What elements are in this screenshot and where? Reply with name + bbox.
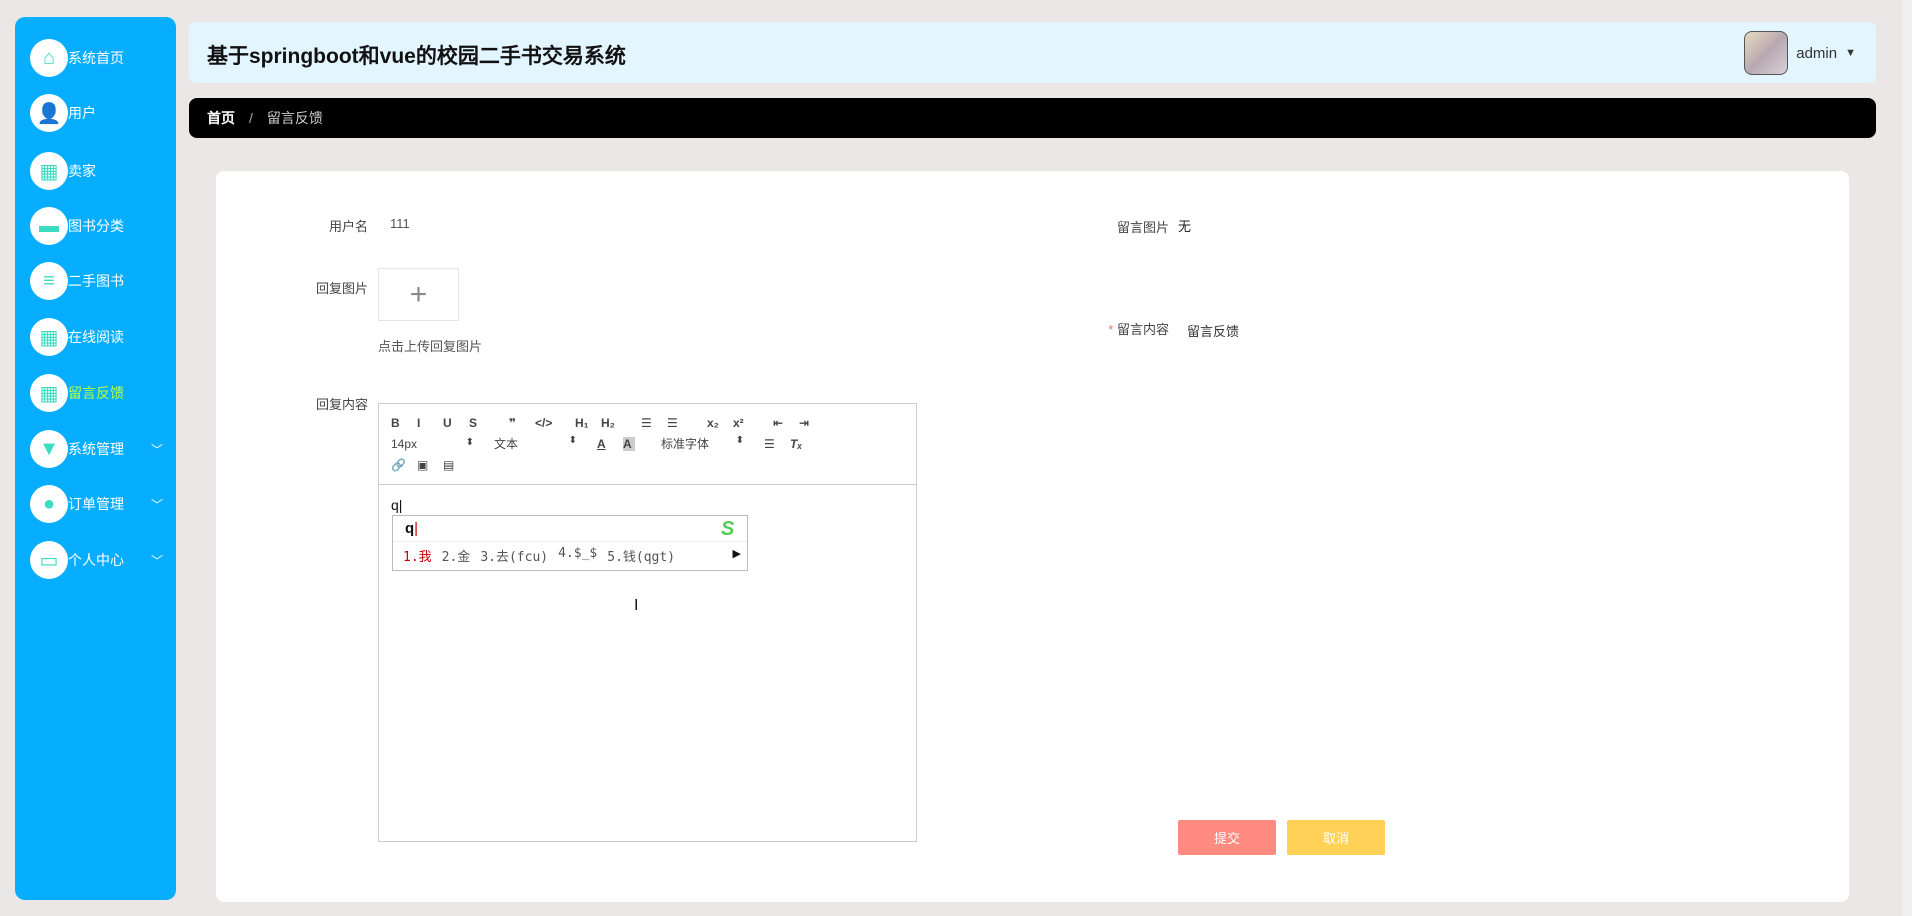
sidebar-item-label: 用户 <box>68 105 96 121</box>
header-select[interactable]: 文本 <box>494 435 597 452</box>
bold-icon[interactable]: B <box>391 416 417 430</box>
grid-icon: ▦ <box>30 318 68 356</box>
sidebar-item[interactable]: ▭ 个人中心 ﹀ <box>30 540 175 580</box>
wallet-icon: ▭ <box>30 541 68 579</box>
sidebar-item-label: 图书分类 <box>68 218 124 234</box>
align-icon[interactable]: ☰ <box>764 437 790 451</box>
brush-icon: ▼ <box>30 430 68 468</box>
breadcrumb: 首页 / 留言反馈 <box>189 98 1876 138</box>
breadcrumb-home[interactable]: 首页 <box>207 108 235 128</box>
ime-input: q <box>405 520 415 537</box>
chevron-down-icon: ﹀ <box>150 497 163 512</box>
blockquote-icon[interactable]: ❞ <box>509 416 535 430</box>
h1-icon[interactable]: H₁ <box>575 416 601 430</box>
text-cursor-icon: I <box>634 597 639 614</box>
text-color-icon[interactable]: A <box>597 437 623 451</box>
sidebar-item-label: 留言反馈 <box>68 385 124 401</box>
ime-candidate[interactable]: 1.我 <box>403 546 432 565</box>
ordered-list-icon[interactable]: ☰ <box>641 416 667 430</box>
font-size-select[interactable]: 14px <box>391 437 494 451</box>
sidebar: ⌂ 系统首页 👤 用户 ▦ 卖家 ▬ 图书分类 ≡ 二手图书 ▦ 在线阅读 ▦ 留言反馈 ▼ 系统管理 ﹀ ● 订单… <box>15 17 176 900</box>
outdent-icon[interactable]: ⇤ <box>773 416 799 430</box>
reply-content-label: 回复内容 <box>315 397 368 412</box>
sidebar-item-label: 个人中心 <box>68 552 124 568</box>
clear-format-icon[interactable]: Tₓ <box>790 437 816 451</box>
upload-button[interactable]: + <box>378 268 459 321</box>
monitor-icon: ▬ <box>30 207 68 245</box>
ime-candidate[interactable]: 4.$_$ <box>558 546 597 565</box>
app-title: 基于springboot和vue的校园二手书交易系统 <box>207 45 626 68</box>
msg-image-value: 无 <box>1178 219 1192 234</box>
editor-content[interactable]: q| q| 1.我 2.金 3.去(fcu) 4.$_$ 5.钱(qgt) S ▶ I <box>379 485 916 841</box>
sidebar-item-label: 订单管理 <box>68 496 124 512</box>
msg-image-label: 留言图片 <box>1116 220 1169 235</box>
sogou-logo-icon: S <box>721 518 735 540</box>
submit-button[interactable]: 提交 <box>1178 820 1276 855</box>
sidebar-item[interactable]: ≡ 二手图书 <box>30 261 175 301</box>
ime-candidate[interactable]: 3.去(fcu) <box>480 546 548 565</box>
sidebar-item[interactable]: ⌂ 系统首页 <box>30 38 175 78</box>
username-value: 111 <box>390 216 410 231</box>
sidebar-item-label: 二手图书 <box>68 273 124 289</box>
strike-icon[interactable]: S <box>469 416 495 430</box>
font-family-select[interactable]: 标准字体 <box>661 435 764 452</box>
indent-icon[interactable]: ⇥ <box>799 416 825 430</box>
bullet-list-icon[interactable]: ☰ <box>667 416 693 430</box>
image-icon[interactable]: ▣ <box>417 458 443 472</box>
header: 基于springboot和vue的校园二手书交易系统 admin ▼ <box>189 22 1876 83</box>
subscript-icon[interactable]: x₂ <box>707 416 733 430</box>
ime-candidate-window: q| 1.我 2.金 3.去(fcu) 4.$_$ 5.钱(qgt) S ▶ <box>392 515 748 571</box>
scrollbar[interactable] <box>1902 0 1912 916</box>
next-page-icon[interactable]: ▶ <box>733 547 741 560</box>
grid-icon: ▦ <box>30 374 68 412</box>
ime-candidate[interactable]: 2.金 <box>442 546 471 565</box>
username-label: 用户名 <box>328 219 368 234</box>
video-icon[interactable]: ▤ <box>443 458 469 472</box>
sidebar-item-label: 在线阅读 <box>68 329 124 345</box>
msg-content-label: 留言内容 <box>1116 322 1169 337</box>
ime-candidate[interactable]: 5.钱(qgt) <box>607 546 675 565</box>
editor-toolbar: BIUS❞</>H₁H₂☰☰x₂x²⇤⇥ 14px 文本 A A 标准字体 ☰ … <box>379 404 916 485</box>
sidebar-item[interactable]: ● 订单管理 ﹀ <box>30 484 175 524</box>
grid-icon: ▦ <box>30 152 68 190</box>
avatar <box>1744 31 1789 75</box>
msg-content-value: 留言反馈 <box>1187 324 1240 339</box>
h2-icon[interactable]: H₂ <box>601 416 627 430</box>
editor-text: q <box>391 497 399 513</box>
user-menu[interactable]: admin ▼ <box>1744 31 1856 75</box>
underline-icon[interactable]: U <box>443 416 469 430</box>
bulb-icon: ● <box>30 485 68 523</box>
sidebar-item[interactable]: ▬ 图书分类 <box>30 206 175 246</box>
required-mark: * <box>1108 322 1114 337</box>
link-icon[interactable]: 🔗 <box>391 458 417 472</box>
sidebar-item-label: 系统首页 <box>68 50 124 66</box>
breadcrumb-separator: / <box>249 110 253 126</box>
sidebar-item[interactable]: ▼ 系统管理 ﹀ <box>30 429 175 469</box>
upload-hint: 点击上传回复图片 <box>378 339 483 354</box>
breadcrumb-current: 留言反馈 <box>266 110 323 126</box>
plus-icon: + <box>409 277 428 311</box>
caret-down-icon: ▼ <box>1845 47 1856 59</box>
sidebar-item-label: 系统管理 <box>68 441 124 457</box>
user-icon: 👤 <box>30 94 68 132</box>
home-icon: ⌂ <box>30 39 68 77</box>
username: admin <box>1796 44 1838 62</box>
chevron-down-icon: ﹀ <box>150 553 163 568</box>
list-icon: ≡ <box>30 262 68 300</box>
reply-image-label: 回复图片 <box>315 281 368 296</box>
rich-text-editor[interactable]: BIUS❞</>H₁H₂☰☰x₂x²⇤⇥ 14px 文本 A A 标准字体 ☰ … <box>378 403 917 842</box>
sidebar-item-label: 卖家 <box>68 163 96 179</box>
italic-icon[interactable]: I <box>417 416 443 430</box>
sidebar-item[interactable]: 👤 用户 <box>30 93 175 133</box>
chevron-down-icon: ﹀ <box>150 442 163 457</box>
sidebar-item[interactable]: ▦ 卖家 <box>30 151 175 191</box>
code-block-icon[interactable]: </> <box>535 416 561 430</box>
cancel-button[interactable]: 取消 <box>1287 820 1385 855</box>
sidebar-item[interactable]: ▦ 在线阅读 <box>30 317 175 357</box>
superscript-icon[interactable]: x² <box>733 416 759 430</box>
sidebar-item[interactable]: ▦ 留言反馈 <box>30 373 175 413</box>
background-color-icon[interactable]: A <box>623 436 635 451</box>
